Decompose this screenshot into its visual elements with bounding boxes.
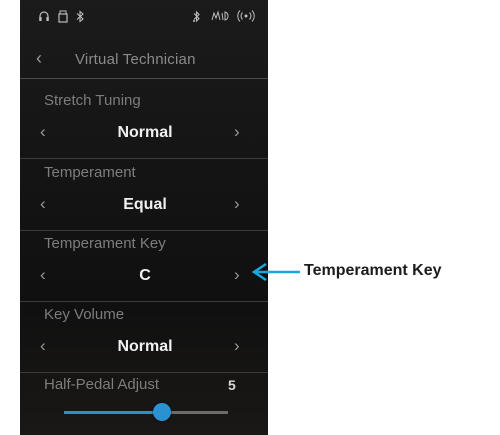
callout-pointer — [251, 262, 300, 282]
callout-label: Temperament Key — [304, 262, 442, 279]
